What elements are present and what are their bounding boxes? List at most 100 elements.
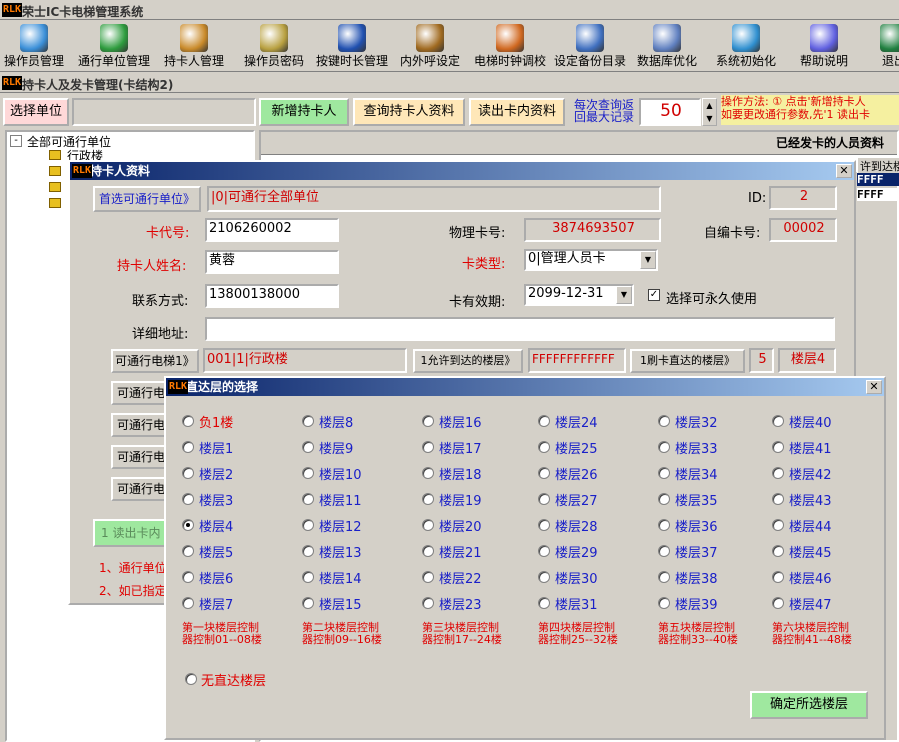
toolbar-button-0[interactable]: 操作员管理	[4, 22, 64, 68]
close-icon[interactable]: ✕	[836, 164, 852, 178]
floor-radio-0[interactable]	[182, 415, 194, 427]
confirm-floor-button[interactable]: 确定所选楼层	[750, 691, 868, 719]
floor-radio-36[interactable]	[658, 519, 670, 531]
floor-label-34: 楼层34	[675, 468, 718, 483]
floor-radio-38[interactable]	[658, 571, 670, 583]
floor-label-14: 楼层14	[319, 572, 362, 587]
floor-radio-41[interactable]	[772, 441, 784, 453]
floor-radio-20[interactable]	[422, 519, 434, 531]
floor-radio-3[interactable]	[182, 493, 194, 505]
close-icon[interactable]: ✕	[866, 380, 882, 394]
floor-radio-34[interactable]	[658, 467, 670, 479]
floor-label-9: 楼层9	[319, 442, 354, 457]
card-no-input[interactable]: 2106260002	[205, 218, 339, 242]
toolbar-button-7[interactable]: 设定备份目录	[554, 22, 626, 68]
folder-icon	[49, 166, 61, 176]
floor-radio-4[interactable]	[182, 519, 194, 531]
floor-radio-15[interactable]	[302, 597, 314, 609]
floor-label-24: 楼层24	[555, 416, 598, 431]
floor-radio-29[interactable]	[538, 545, 550, 557]
floor-radio-32[interactable]	[658, 415, 670, 427]
holder-name-input[interactable]: 黄蓉	[205, 250, 339, 274]
floor-radio-21[interactable]	[422, 545, 434, 557]
direct-floor-name: 楼层4	[778, 348, 836, 373]
toolbar-button-8[interactable]: 数据库优化	[637, 22, 697, 68]
floor-radio-1[interactable]	[182, 441, 194, 453]
floor-radio-27[interactable]	[538, 493, 550, 505]
toolbar-button-3[interactable]: 操作员密码	[244, 22, 304, 68]
floor-radio-13[interactable]	[302, 545, 314, 557]
direct-floor-button[interactable]: 1刷卡直达的楼层》	[630, 349, 745, 373]
select-primary-unit-button[interactable]: 首选可通行单位》	[93, 186, 201, 212]
toolbar-button-4[interactable]: 按键时长管理	[316, 22, 388, 68]
toolbar-button-2[interactable]: 持卡人管理	[164, 22, 224, 68]
phone-input[interactable]: 13800138000	[205, 284, 339, 308]
card-type-select[interactable]: 0|管理人员卡	[524, 249, 658, 271]
floor-radio-28[interactable]	[538, 519, 550, 531]
floor-radio-16[interactable]	[422, 415, 434, 427]
floor-label-42: 楼层42	[789, 468, 832, 483]
floor-radio-9[interactable]	[302, 441, 314, 453]
floor-radio-37[interactable]	[658, 545, 670, 557]
chevron-down-icon[interactable]: ▼	[640, 251, 656, 269]
floor-radio-43[interactable]	[772, 493, 784, 505]
chevron-down-icon[interactable]: ▼	[616, 286, 632, 304]
floor-radio-35[interactable]	[658, 493, 670, 505]
no-direct-floor-radio[interactable]	[185, 673, 197, 685]
elevator1-button[interactable]: 可通行电梯1》	[111, 349, 199, 373]
floor-radio-19[interactable]	[422, 493, 434, 505]
issued-row2-allow[interactable]: FFFF	[857, 188, 899, 201]
floor-radio-8[interactable]	[302, 415, 314, 427]
address-input[interactable]	[205, 317, 835, 341]
toolbar-button-5[interactable]: 内外呼设定	[400, 22, 460, 68]
toolbar-label-3: 操作员密码	[244, 54, 305, 68]
add-holder-button[interactable]: 新增持卡人	[259, 98, 349, 126]
floor-radio-14[interactable]	[302, 571, 314, 583]
allowed-floors-button[interactable]: 1允许到达的楼层》	[413, 349, 523, 373]
toolbar-icon-7	[576, 24, 604, 52]
toolbar-button-1[interactable]: 通行单位管理	[78, 22, 150, 68]
tree-collapse-icon[interactable]: -	[10, 135, 22, 147]
floor-radio-23[interactable]	[422, 597, 434, 609]
floor-radio-26[interactable]	[538, 467, 550, 479]
query-holder-button[interactable]: 查询持卡人资料	[353, 98, 465, 126]
floor-radio-33[interactable]	[658, 441, 670, 453]
floor-radio-25[interactable]	[538, 441, 550, 453]
floor-radio-42[interactable]	[772, 467, 784, 479]
toolbar-button-10[interactable]: 帮助说明	[800, 22, 848, 68]
max-records-spinner[interactable]: ▲ ▼	[702, 98, 717, 126]
floor-radio-6[interactable]	[182, 571, 194, 583]
floor-radio-44[interactable]	[772, 519, 784, 531]
floor-radio-47[interactable]	[772, 597, 784, 609]
floor-radio-18[interactable]	[422, 467, 434, 479]
controller-group-line: 器控制41--48楼	[772, 633, 852, 646]
floor-radio-22[interactable]	[422, 571, 434, 583]
permanent-checkbox[interactable]: ✓	[648, 289, 660, 301]
floor-radio-7[interactable]	[182, 597, 194, 609]
toolbar-button-6[interactable]: 电梯时钟调校	[474, 22, 546, 68]
note-line2: 2、如已指定	[99, 584, 167, 598]
floor-radio-10[interactable]	[302, 467, 314, 479]
floor-radio-2[interactable]	[182, 467, 194, 479]
floor-radio-11[interactable]	[302, 493, 314, 505]
max-records-input[interactable]: 50	[639, 98, 701, 126]
toolbar-button-9[interactable]: 系统初始化	[716, 22, 776, 68]
floor-radio-46[interactable]	[772, 571, 784, 583]
floor-radio-5[interactable]	[182, 545, 194, 557]
floor-radio-24[interactable]	[538, 415, 550, 427]
issued-row1-allow[interactable]: FFFF	[857, 173, 899, 186]
floor-radio-12[interactable]	[302, 519, 314, 531]
floor-radio-45[interactable]	[772, 545, 784, 557]
floor-radio-31[interactable]	[538, 597, 550, 609]
floor-label-43: 楼层43	[789, 494, 832, 509]
floor-label-11: 楼层11	[319, 494, 362, 509]
floor-radio-40[interactable]	[772, 415, 784, 427]
floor-radio-17[interactable]	[422, 441, 434, 453]
floor-radio-39[interactable]	[658, 597, 670, 609]
floor-label-27: 楼层27	[555, 494, 598, 509]
toolbar-button-11[interactable]: 退出	[880, 22, 899, 68]
read-card-button[interactable]: 读出卡内资料	[469, 98, 565, 126]
floor-radio-30[interactable]	[538, 571, 550, 583]
select-unit-button[interactable]: 选择单位	[3, 98, 69, 126]
issued-card-title: 已经发卡的人员资料	[776, 136, 885, 150]
